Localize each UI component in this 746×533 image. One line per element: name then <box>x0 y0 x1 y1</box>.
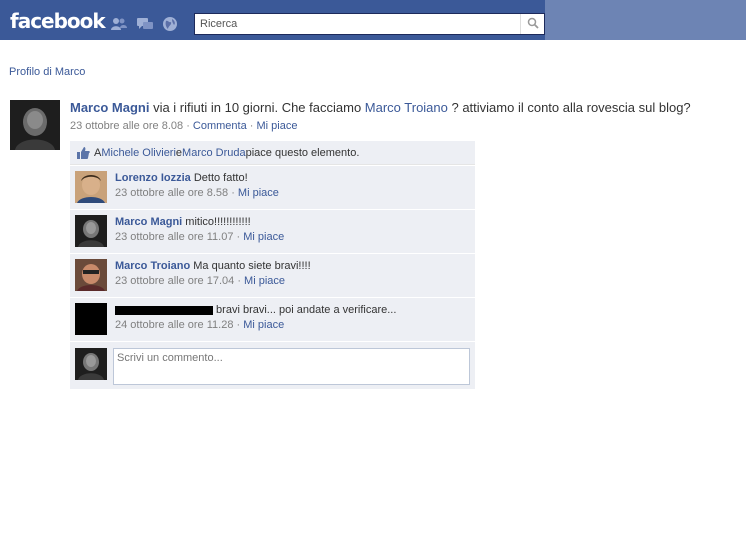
comment-timestamp: 23 ottobre alle ore 8.58 <box>115 187 229 199</box>
story-text-after: ? attiviamo il conto alla rovescia sul b… <box>447 100 691 115</box>
commenter-avatar[interactable] <box>75 259 107 291</box>
story-author-link[interactable]: Marco Magni <box>70 100 149 115</box>
comment-item: Lorenzo Iozzia Detto fatto! 23 ottobre a… <box>70 165 475 209</box>
separator: · <box>246 120 257 132</box>
likes-suffix: piace questo elemento. <box>245 146 360 159</box>
story-message: Marco Magni via i rifiuti in 10 giorni. … <box>70 100 730 116</box>
story: Marco Magni via i rifiuti in 10 giorni. … <box>70 100 730 132</box>
comment-author-link[interactable]: Marco Magni <box>115 216 182 228</box>
story-timestamp: 23 ottobre alle ore 8.08 <box>70 120 184 132</box>
comment-composer <box>70 341 475 389</box>
search-button[interactable] <box>520 14 544 34</box>
comment-text: mitico!!!!!!!!!!!! <box>182 216 251 228</box>
story-author-avatar[interactable] <box>10 100 60 150</box>
top-bar-right <box>545 0 746 40</box>
thumbs-up-icon <box>76 146 90 160</box>
comment-input[interactable] <box>113 348 470 385</box>
separator: · <box>183 120 193 132</box>
separator: · <box>233 319 244 331</box>
friends-icon[interactable] <box>111 16 127 30</box>
liker-link-2[interactable]: Marco Druda <box>182 147 246 159</box>
comment-author-link[interactable]: Lorenzo Iozzia <box>115 172 191 184</box>
search-input[interactable] <box>195 14 521 34</box>
facebook-logo[interactable]: facebook <box>10 9 106 33</box>
composer-avatar <box>75 348 107 380</box>
breadcrumb-profile-link[interactable]: Profilo di Marco <box>9 66 85 78</box>
messages-icon[interactable] <box>137 16 153 30</box>
likes-sentence: A Michele Olivieri e Marco Druda piace q… <box>70 141 475 165</box>
search-icon <box>527 17 539 32</box>
comment-like-link[interactable]: Mi piace <box>238 187 279 199</box>
comment-item: Marco Magni mitico!!!!!!!!!!!! 23 ottobr… <box>70 209 475 253</box>
redacted-author-name <box>115 305 213 315</box>
comment-body: bravi bravi... poi andate a verificare..… <box>115 303 396 333</box>
comment-body: Marco Magni mitico!!!!!!!!!!!! 23 ottobr… <box>115 215 284 245</box>
liker-link-1[interactable]: Michele Olivieri <box>101 147 176 159</box>
story-mention-link[interactable]: Marco Troiano <box>365 100 448 115</box>
story-meta: 23 ottobre alle ore 8.08 · Commenta · Mi… <box>70 120 730 132</box>
like-link[interactable]: Mi piace <box>257 120 298 132</box>
comment-text: Detto fatto! <box>190 172 248 184</box>
separator: · <box>234 275 245 287</box>
notifications-icon[interactable] <box>162 16 178 31</box>
comment-timestamp: 24 ottobre alle ore 11.28 <box>115 319 234 331</box>
commenter-avatar-redacted[interactable] <box>75 303 107 335</box>
comment-text: Ma quanto siete bravi!!!! <box>190 260 311 272</box>
comment-like-link[interactable]: Mi piace <box>244 275 285 287</box>
comment-like-link[interactable]: Mi piace <box>243 231 284 243</box>
comment-like-link[interactable]: Mi piace <box>243 319 284 331</box>
feedback-box: A Michele Olivieri e Marco Druda piace q… <box>70 141 475 389</box>
separator: · <box>233 231 244 243</box>
comment-body: Marco Troiano Ma quanto siete bravi!!!! … <box>115 259 311 289</box>
comment-author-link[interactable]: Marco Troiano <box>115 260 190 272</box>
comment-timestamp: 23 ottobre alle ore 17.04 <box>115 275 235 287</box>
likes-prefix: A <box>94 146 102 159</box>
comment-item: bravi bravi... poi andate a verificare..… <box>70 297 475 341</box>
comment-text: bravi bravi... poi andate a verificare..… <box>213 304 397 316</box>
story-text-before: via i rifiuti in 10 giorni. Che facciamo <box>149 100 365 115</box>
commenter-avatar[interactable] <box>75 215 107 247</box>
comment-item: Marco Troiano Ma quanto siete bravi!!!! … <box>70 253 475 297</box>
commenter-avatar[interactable] <box>75 171 107 203</box>
search-box <box>194 13 545 35</box>
separator: · <box>228 187 238 199</box>
comment-body: Lorenzo Iozzia Detto fatto! 23 ottobre a… <box>115 171 279 201</box>
comment-timestamp: 23 ottobre alle ore 11.07 <box>115 231 234 243</box>
top-bar: facebook <box>0 0 746 40</box>
comment-link[interactable]: Commenta <box>193 120 247 132</box>
